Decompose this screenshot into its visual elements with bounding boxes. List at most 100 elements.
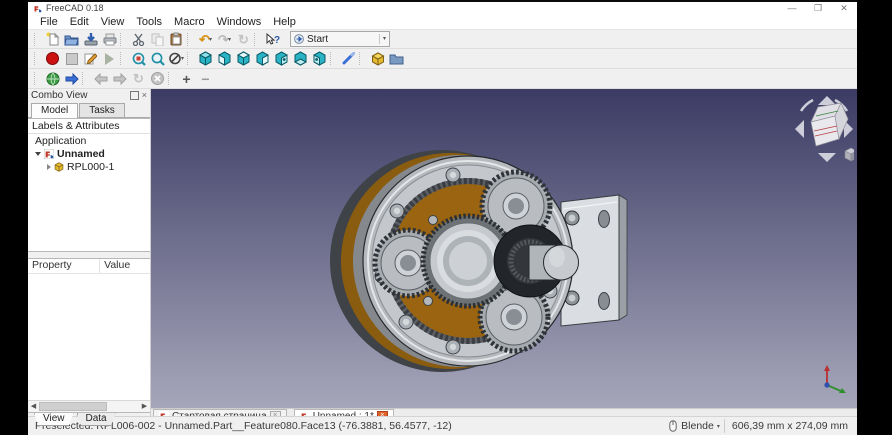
axonometric-cube-icon (198, 51, 213, 66)
model-tree: Labels & Attributes Application Unnamed … (28, 118, 150, 252)
toolbar-grip[interactable] (168, 72, 174, 85)
toolbar-grip[interactable] (34, 33, 40, 46)
minimize-button[interactable]: — (779, 2, 805, 14)
undo-button[interactable]: ↶▾ (196, 31, 215, 47)
plus-icon: + (182, 72, 190, 86)
scroll-left-icon[interactable]: ◀ (28, 401, 39, 412)
web-home-button[interactable] (43, 71, 62, 87)
toolbar-grip[interactable] (359, 52, 365, 65)
fit-all-button[interactable] (129, 51, 148, 67)
new-file-button[interactable] (43, 31, 62, 47)
folder-button[interactable] (387, 51, 406, 67)
view-axonometric-button[interactable] (196, 51, 215, 67)
view-rear-button[interactable] (272, 51, 291, 67)
open-file-button[interactable] (62, 31, 81, 47)
refresh-button[interactable]: ↻ (234, 31, 253, 47)
blue-arrow-right-icon (65, 73, 79, 85)
tab-tasks[interactable]: Tasks (79, 103, 125, 117)
cut-button[interactable] (129, 31, 148, 47)
tab-model[interactable]: Model (31, 103, 78, 118)
menu-windows[interactable]: Windows (211, 16, 268, 28)
toolbar-grip[interactable] (330, 52, 336, 65)
3d-viewport[interactable] (151, 89, 857, 408)
collapse-caret-icon[interactable] (47, 164, 51, 170)
menu-tools[interactable]: Tools (130, 16, 168, 28)
magnifier-icon (151, 52, 165, 66)
macro-record-button[interactable] (43, 51, 62, 67)
workbench-selector[interactable]: Start ▾ (290, 31, 390, 47)
view-dimensions: 606,39 mm x 274,09 mm (724, 419, 853, 433)
globe-icon (46, 72, 60, 86)
menu-file[interactable]: File (34, 16, 64, 28)
toolbar-grip[interactable] (34, 52, 40, 65)
close-button[interactable]: ✕ (831, 2, 857, 14)
page-stop-button[interactable] (148, 71, 167, 87)
toolbar-grip[interactable] (187, 52, 193, 65)
nav-back-button[interactable] (91, 71, 110, 87)
scissors-icon (132, 33, 145, 46)
toolbar-grip[interactable] (120, 33, 126, 46)
menu-view[interactable]: View (95, 16, 131, 28)
title-bar: FreeCAD 0.18 — ❒ ✕ (28, 2, 857, 14)
folder-icon (389, 53, 404, 65)
menu-help[interactable]: Help (267, 16, 302, 28)
macro-stop-button[interactable] (62, 51, 81, 67)
tree-item-document[interactable]: Unnamed (28, 147, 150, 160)
property-column-header: Property (28, 259, 100, 273)
view-left-button[interactable] (310, 51, 329, 67)
whats-this-button[interactable]: ? (263, 31, 282, 47)
zoom-selection-button[interactable] (148, 51, 167, 67)
expand-caret-icon[interactable] (35, 152, 41, 156)
printer-icon (103, 33, 117, 46)
part-box-button[interactable] (368, 51, 387, 67)
redo-button[interactable]: ↷▾ (215, 31, 234, 47)
view-right-button[interactable] (253, 51, 272, 67)
tree-item-application[interactable]: Application (28, 134, 150, 147)
tab-view[interactable]: View (34, 413, 74, 426)
macro-edit-button[interactable] (81, 51, 100, 67)
copy-button[interactable] (148, 31, 167, 47)
menu-macro[interactable]: Macro (168, 16, 211, 28)
part-box-icon (371, 52, 385, 66)
tree-item-part[interactable]: RPL000-1 (28, 160, 150, 173)
draw-style-button[interactable]: ▾ (167, 51, 186, 67)
refresh-icon: ↻ (133, 72, 144, 85)
macro-play-button[interactable] (100, 51, 119, 67)
scrollbar-thumb[interactable] (39, 402, 107, 411)
toolbar-grip[interactable] (254, 33, 260, 46)
zoom-out-button[interactable]: − (196, 71, 215, 87)
3d-scene (151, 89, 854, 408)
measure-button[interactable] (339, 51, 358, 67)
toolbar-grip[interactable] (120, 52, 126, 65)
page-refresh-button[interactable]: ↻ (129, 71, 148, 87)
view-left-icon (312, 51, 327, 66)
part-icon (54, 162, 64, 172)
save-button[interactable] (81, 31, 100, 47)
chevron-down-icon: ▾ (228, 36, 231, 43)
view-front-button[interactable] (215, 51, 234, 67)
mouse-icon (669, 420, 677, 432)
view-bottom-button[interactable] (291, 51, 310, 67)
horizontal-scrollbar[interactable]: ◀ ▶ (28, 400, 150, 412)
freecad-window: FreeCAD 0.18 — ❒ ✕ File Edit View Tools … (28, 0, 857, 435)
toolbar-grip[interactable] (187, 33, 193, 46)
freecad-logo-icon (33, 4, 42, 13)
paste-button[interactable] (167, 31, 186, 47)
float-panel-icon[interactable] (130, 91, 139, 100)
zoom-in-button[interactable]: + (177, 71, 196, 87)
view-top-button[interactable] (234, 51, 253, 67)
go-forward-button[interactable] (62, 71, 81, 87)
window-title: FreeCAD 0.18 (46, 3, 104, 13)
scroll-right-icon[interactable]: ▶ (139, 401, 150, 412)
save-icon (84, 32, 98, 46)
close-panel-icon[interactable]: × (142, 91, 147, 100)
nav-style-selector[interactable]: Blende (681, 420, 714, 432)
menu-edit[interactable]: Edit (64, 16, 95, 28)
nav-forward-button[interactable] (110, 71, 129, 87)
print-button[interactable] (100, 31, 119, 47)
combo-view-title: Combo View (31, 90, 88, 101)
toolbar-grip[interactable] (82, 72, 88, 85)
tab-data[interactable]: Data (77, 413, 116, 426)
toolbar-grip[interactable] (34, 72, 40, 85)
restore-button[interactable]: ❒ (805, 2, 831, 14)
